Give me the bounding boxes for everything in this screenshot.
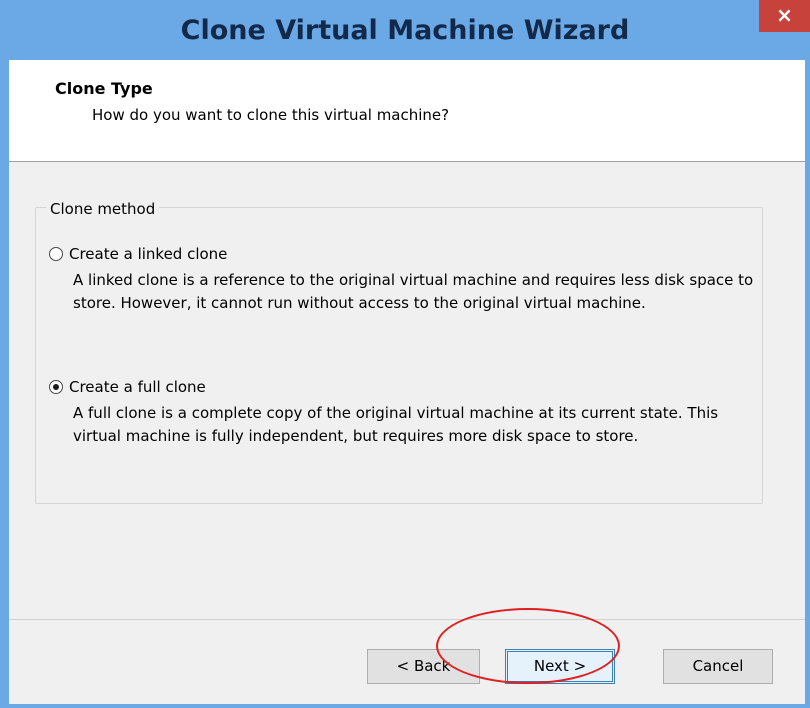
cancel-button[interactable]: Cancel (663, 649, 773, 684)
title-bar[interactable]: Clone Virtual Machine Wizard × (0, 0, 810, 60)
full-clone-description: A full clone is a complete copy of the o… (73, 404, 719, 445)
page-title: Clone Type (55, 79, 153, 98)
next-button-label[interactable]: Next > (534, 657, 586, 675)
window-frame-right (805, 60, 810, 708)
linked-clone-description: A linked clone is a reference to the ori… (73, 271, 754, 312)
window-title: Clone Virtual Machine Wizard (180, 15, 630, 46)
wizard-footer: < Back Next > Cancel (9, 620, 805, 704)
radio-label-full[interactable]: Create a full clone (69, 378, 206, 396)
wizard-header: Clone Type How do you want to clone this… (9, 60, 805, 162)
window-frame-left (0, 60, 9, 708)
wizard-body: Clone method Create a linked clone A lin… (9, 162, 805, 619)
radio-checked-icon[interactable] (49, 380, 63, 394)
close-icon: × (776, 3, 793, 27)
page-subtitle: How do you want to clone this virtual ma… (92, 106, 450, 124)
radio-full-clone[interactable]: Create a full clone (49, 378, 206, 396)
radio-label-linked[interactable]: Create a linked clone (69, 245, 227, 263)
close-button[interactable]: × (759, 0, 810, 32)
radio-unchecked-icon[interactable] (49, 247, 63, 261)
group-legend: Clone method (46, 200, 160, 218)
back-button[interactable]: < Back (367, 649, 480, 684)
next-button[interactable]: Next > (505, 649, 615, 684)
wizard-window: Clone Virtual Machine Wizard × Clone Typ… (0, 0, 810, 708)
window-frame-bottom (0, 704, 810, 708)
radio-linked-clone[interactable]: Create a linked clone (49, 245, 227, 263)
